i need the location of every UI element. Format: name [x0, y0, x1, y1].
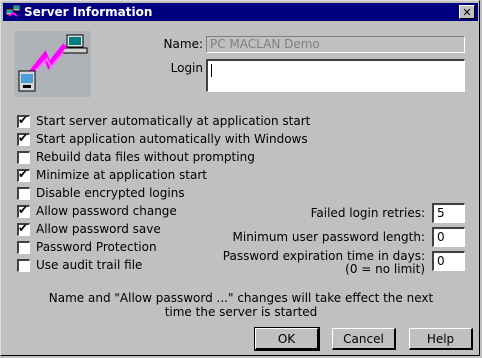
help-button[interactable]: Help: [409, 328, 473, 350]
expiration-label: Password expiration time in days:: [222, 249, 425, 263]
computer-network-icon: [5, 4, 21, 19]
option-row[interactable]: ✔ Allow password change: [17, 202, 177, 220]
option-checkbox[interactable]: ✔: [17, 220, 30, 236]
server-network-illustration: [15, 31, 91, 97]
checkmark-icon: ✔: [18, 112, 29, 127]
login-field[interactable]: [206, 59, 465, 92]
cancel-button[interactable]: Cancel: [332, 328, 396, 350]
option-row[interactable]: ✔ Start server automatically at applicati…: [17, 112, 310, 130]
title-bar[interactable]: Server Information ✕: [3, 3, 478, 21]
option-label: Allow password change: [36, 204, 177, 218]
option-row[interactable]: ✔ Minimize at application start: [17, 166, 207, 184]
checkmark-icon: ✔: [18, 130, 29, 145]
failed-retries-field[interactable]: 5: [432, 203, 465, 223]
text-caret: [211, 64, 212, 77]
option-label: Use audit trail file: [36, 258, 143, 272]
server-information-dialog: Server Information ✕ Name: PC MACLAN Dem…: [0, 0, 480, 356]
option-row[interactable]: Disable encrypted logins: [17, 184, 185, 202]
ok-button[interactable]: OK: [254, 327, 320, 351]
option-row[interactable]: ✔ Start application automatically with Wi…: [17, 130, 308, 148]
option-row[interactable]: Use audit trail file: [17, 256, 142, 274]
min-length-field[interactable]: 0: [432, 227, 465, 247]
name-field[interactable]: PC MACLAN Demo: [206, 36, 465, 53]
option-label: Password Protection: [36, 240, 157, 254]
min-length-label: Minimum user password length:: [232, 230, 426, 244]
checkmark-icon: ✔: [18, 202, 29, 217]
checkmark-icon: ✔: [18, 220, 29, 235]
login-label: Login: [170, 61, 203, 75]
option-row[interactable]: Rebuild data files without prompting: [17, 148, 255, 166]
restart-note: Name and "Allow password ..." changes wi…: [48, 291, 434, 319]
option-label: Rebuild data files without prompting: [36, 150, 255, 164]
close-button[interactable]: ✕: [459, 5, 475, 19]
failed-retries-label: Failed login retries:: [310, 206, 425, 220]
close-icon: ✕: [462, 5, 472, 19]
checkmark-icon: ✔: [18, 166, 29, 181]
option-checkbox[interactable]: ✔: [17, 166, 30, 182]
option-checkbox[interactable]: [17, 258, 30, 272]
option-label: Disable encrypted logins: [36, 186, 185, 200]
name-label: Name:: [163, 37, 203, 51]
option-checkbox[interactable]: [17, 186, 30, 200]
option-checkbox[interactable]: [17, 240, 30, 254]
option-checkbox[interactable]: [17, 150, 30, 164]
expiration-field[interactable]: 0: [432, 251, 465, 271]
option-label: Start server automatically at applicatio…: [36, 114, 311, 128]
window-title: Server Information: [24, 5, 153, 19]
option-checkbox[interactable]: ✔: [17, 112, 30, 128]
option-label: Minimize at application start: [36, 168, 207, 182]
option-row[interactable]: Password Protection: [17, 238, 157, 256]
expiration-note: (0 = no limit): [345, 262, 425, 276]
option-checkbox[interactable]: ✔: [17, 202, 30, 218]
option-label: Start application automatically with Win…: [36, 132, 308, 146]
option-label: Allow password save: [36, 222, 161, 236]
option-row[interactable]: ✔ Allow password save: [17, 220, 161, 238]
option-checkbox[interactable]: ✔: [17, 130, 30, 146]
